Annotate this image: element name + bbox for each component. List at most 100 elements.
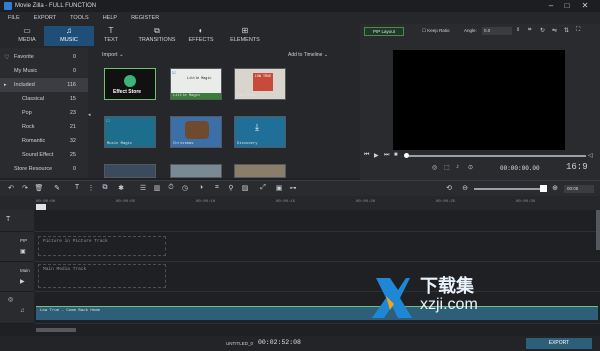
- menu-export[interactable]: EXPORT: [34, 15, 57, 21]
- text-icon: T: [108, 26, 114, 35]
- add-to-timeline-button[interactable]: Add to Timeline ⌄: [288, 52, 328, 58]
- mirror-icon[interactable]: ⇅: [564, 27, 569, 34]
- export-button[interactable]: EXPORT: [526, 338, 592, 349]
- sidebar-item-pop[interactable]: Pop 23: [0, 106, 88, 120]
- vertical-scrollbar[interactable]: [596, 210, 600, 250]
- image-icon[interactable]: ▨: [240, 184, 250, 192]
- pip-track[interactable]: Picture in Picture Track: [34, 232, 600, 262]
- undo-icon[interactable]: ↶: [6, 184, 16, 192]
- previous-icon[interactable]: ⏮: [364, 152, 369, 159]
- delete-icon[interactable]: 🗑: [34, 184, 44, 192]
- timer-icon[interactable]: ⏱: [166, 184, 176, 192]
- window-title: Movie Zilla - FULL FUNCTION: [15, 3, 97, 9]
- crop-tool-icon[interactable]: ⌗: [212, 184, 222, 192]
- crop-icon[interactable]: ⌗: [528, 27, 531, 34]
- link-icon[interactable]: ⊶: [288, 184, 298, 192]
- pip-layout-button[interactable]: PIP Layout: [364, 27, 404, 36]
- sidebar-item-store-resource[interactable]: Store Resource 0: [0, 162, 88, 176]
- color-icon[interactable]: ◑: [196, 184, 206, 191]
- sidebar-item-rock[interactable]: Rock 21: [0, 120, 88, 134]
- elements-icon: ⊞: [241, 26, 249, 35]
- collapse-arrow-icon[interactable]: ◂: [88, 112, 91, 118]
- sidebar-item-romantic[interactable]: Romantic 32: [0, 134, 88, 148]
- track-header-pip: PIP ▣: [0, 232, 34, 262]
- import-button[interactable]: Import ⌄: [102, 52, 124, 58]
- zoom-in-icon[interactable]: ⊕: [550, 184, 560, 192]
- menu-file[interactable]: FILE: [8, 15, 20, 21]
- horizontal-scrollbar[interactable]: [36, 328, 76, 332]
- picture-icon[interactable]: ▣: [274, 184, 284, 192]
- menu-tools[interactable]: TOOLS: [70, 15, 89, 21]
- flip-icon[interactable]: ⇋: [552, 27, 557, 34]
- tab-elements[interactable]: ⊞ ELEMENTS: [220, 26, 270, 46]
- library-item-7[interactable]: [104, 164, 156, 178]
- play-icon[interactable]: ▶: [374, 152, 379, 159]
- library-item-christmas[interactable]: Christmas: [170, 116, 222, 148]
- main-media-track[interactable]: Main Media Track: [34, 262, 600, 292]
- freeze-icon[interactable]: ✱: [116, 184, 126, 192]
- angle-input[interactable]: 0.0: [482, 27, 512, 35]
- stop-icon[interactable]: ■: [394, 152, 398, 158]
- library-item-effect-store[interactable]: Effect Store: [104, 68, 156, 100]
- audio-clip[interactable]: Low True - Come Back Home: [36, 306, 598, 320]
- zoom-value[interactable]: 00:05: [564, 185, 594, 193]
- zoom-slider[interactable]: [474, 185, 547, 192]
- split-icon[interactable]: ⋮: [86, 184, 96, 192]
- minimize-button[interactable]: –: [544, 1, 558, 11]
- checkbox-icon[interactable]: ☑: [172, 70, 176, 75]
- resize-icon[interactable]: ⤢: [258, 184, 268, 192]
- menu-help[interactable]: HELP: [103, 15, 117, 21]
- keep-ratio-checkbox[interactable]: ☐ Keep Ratio: [422, 28, 450, 34]
- app-logo-icon: [4, 2, 12, 10]
- project-duration: 00:02:52:08: [258, 339, 301, 346]
- list-icon[interactable]: ☰: [138, 184, 148, 192]
- library-item-music-magic[interactable]: ☐ Music Magic: [104, 116, 156, 148]
- spin-arrows-icon[interactable]: ⇕: [516, 27, 520, 33]
- microphone-icon[interactable]: ♪: [456, 164, 459, 170]
- volume-icon[interactable]: ◁: [588, 152, 593, 159]
- title-bar: Movie Zilla - FULL FUNCTION – □ ✕: [0, 0, 600, 12]
- zoom-out-icon[interactable]: ⊖: [460, 184, 470, 192]
- person-icon[interactable]: ⚲: [226, 184, 236, 192]
- snapshot-icon[interactable]: ◎: [432, 164, 437, 171]
- sidebar-item-classical[interactable]: Classical 15: [0, 92, 88, 106]
- loop-icon[interactable]: ⟲: [444, 184, 454, 192]
- aspect-ratio-button[interactable]: 16:9: [566, 162, 588, 172]
- video-camera-icon[interactable]: ⬚: [444, 164, 450, 171]
- text-track[interactable]: [34, 210, 600, 232]
- capture-icon[interactable]: ⊙: [468, 164, 473, 171]
- tab-text[interactable]: T TEXT: [86, 26, 136, 46]
- watermark: 下载集 xzji.com: [372, 270, 502, 326]
- menu-bar: FILE EXPORT TOOLS HELP REGISTER: [0, 12, 600, 24]
- playback-scrubber[interactable]: [404, 153, 586, 158]
- library-item-little-magic[interactable]: ☑ Little Magic Little Magic: [170, 68, 222, 100]
- scrubber-handle[interactable]: [404, 153, 409, 158]
- columns-icon[interactable]: ▥: [152, 184, 162, 192]
- tab-effects[interactable]: ◐ EFFECTS: [176, 26, 226, 46]
- close-button[interactable]: ✕: [578, 1, 592, 11]
- library-item-8[interactable]: [170, 164, 222, 178]
- library-item-low-true[interactable]: LOW TRUE Low True - C: [234, 68, 286, 100]
- angle-label: Angle:: [464, 28, 477, 33]
- project-name: UNTITLED_0: [226, 341, 254, 346]
- trim-icon[interactable]: ⧉: [100, 184, 110, 192]
- preview-panel: PIP Layout ☐ Keep Ratio Angle: 0.0 ⇕ ⌗ ↻…: [360, 24, 600, 180]
- library-item-9[interactable]: [234, 164, 286, 178]
- zoom-slider-handle[interactable]: [540, 185, 547, 192]
- speed-icon[interactable]: ◷: [180, 184, 190, 192]
- sidebar-item-favorite[interactable]: ♡ Favorite 0: [0, 50, 88, 64]
- sidebar-item-included[interactable]: ▸ Included 116: [0, 78, 88, 92]
- maximize-button[interactable]: □: [560, 1, 574, 11]
- menu-register[interactable]: REGISTER: [131, 15, 159, 21]
- sidebar-item-sound-effect[interactable]: Sound Effect 25: [0, 148, 88, 162]
- text-tool-icon[interactable]: T: [72, 184, 82, 191]
- rotate-icon[interactable]: ↻: [540, 27, 545, 34]
- tab-transitions[interactable]: ⧉ TRANSITIONS: [132, 26, 182, 46]
- fullscreen-icon[interactable]: ⛶: [576, 27, 580, 34]
- next-icon[interactable]: ⏭: [384, 152, 389, 159]
- redo-icon[interactable]: ↷: [20, 184, 30, 192]
- checkbox-icon[interactable]: ☐: [106, 118, 110, 123]
- edit-icon[interactable]: ✎: [52, 184, 62, 192]
- sidebar-item-my-music[interactable]: My Music 0: [0, 64, 88, 78]
- library-item-discovery[interactable]: ⤓ Discovery: [234, 116, 286, 148]
